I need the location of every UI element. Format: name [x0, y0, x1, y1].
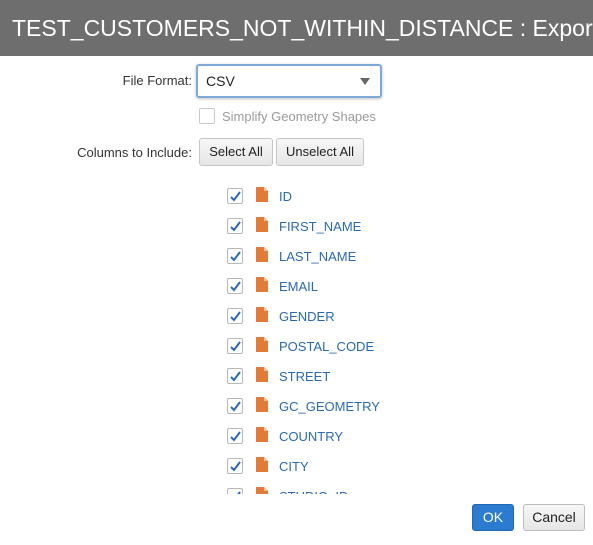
file-icon [256, 397, 268, 417]
checkmark-icon [230, 251, 241, 262]
column-row: EMAIL [0, 270, 593, 300]
ok-button[interactable]: OK [472, 504, 514, 531]
checkmark-icon [230, 281, 241, 292]
column-checkbox[interactable] [227, 458, 243, 474]
columns-label: Columns to Include: [77, 145, 192, 160]
checkmark-icon [230, 191, 241, 202]
column-row: STREET [0, 360, 593, 390]
column-checkbox[interactable] [227, 188, 243, 204]
cancel-button[interactable]: Cancel [523, 504, 585, 531]
column-name: CITY [279, 459, 309, 474]
column-checkbox[interactable] [227, 308, 243, 324]
column-name: STUDIO_ID [279, 489, 348, 494]
unselect-all-button[interactable]: Unselect All [276, 138, 364, 166]
column-name: GC_GEOMETRY [279, 399, 380, 414]
column-name: COUNTRY [279, 429, 344, 444]
file-icon [256, 277, 268, 297]
column-name: POSTAL_CODE [279, 339, 375, 354]
column-name: ID [279, 189, 292, 204]
column-name: LAST_NAME [279, 249, 357, 264]
checkmark-icon [230, 461, 241, 472]
file-icon [256, 337, 268, 357]
column-row: ID [0, 180, 593, 210]
file-icon [256, 187, 268, 207]
column-row: CITY [0, 450, 593, 480]
checkmark-icon [230, 431, 241, 442]
dialog-title: TEST_CUSTOMERS_NOT_WITHIN_DISTANCE : Exp… [0, 0, 593, 56]
column-checkbox[interactable] [227, 338, 243, 354]
column-checkbox[interactable] [227, 428, 243, 444]
file-format-select[interactable]: CSV [196, 64, 382, 98]
file-icon [256, 367, 268, 387]
checkmark-icon [230, 221, 241, 232]
column-name: FIRST_NAME [279, 219, 362, 234]
column-name: GENDER [279, 309, 335, 324]
checkmark-icon [230, 341, 241, 352]
checkmark-icon [230, 401, 241, 412]
simplify-geometry-checkbox[interactable] [199, 108, 215, 124]
checkmark-icon [230, 371, 241, 382]
column-row: GENDER [0, 300, 593, 330]
file-icon [256, 457, 268, 477]
file-format-label: File Format: [122, 73, 192, 88]
column-checkbox[interactable] [227, 218, 243, 234]
column-row: GC_GEOMETRY [0, 390, 593, 420]
column-row: POSTAL_CODE [0, 330, 593, 360]
file-icon [256, 307, 268, 327]
column-row: FIRST_NAME [0, 210, 593, 240]
column-checkbox[interactable] [227, 368, 243, 384]
checkmark-icon [230, 311, 241, 322]
column-checkbox[interactable] [227, 278, 243, 294]
simplify-geometry-label: Simplify Geometry Shapes [222, 109, 376, 124]
checkmark-icon [237, 491, 241, 494]
column-row: STUDIO_ID [0, 480, 593, 494]
column-name: STREET [279, 369, 331, 384]
column-list: ID FIRST_NAME LAST_NAME EMAIL GENDER POSTAL_C… [0, 178, 593, 494]
file-icon [256, 247, 268, 267]
column-row: COUNTRY [0, 420, 593, 450]
file-icon [256, 427, 268, 447]
file-icon [256, 217, 268, 237]
select-all-button[interactable]: Select All [199, 138, 273, 166]
chevron-down-icon [360, 78, 370, 85]
column-checkbox[interactable] [227, 488, 243, 494]
column-checkbox[interactable] [227, 398, 243, 414]
column-row: LAST_NAME [0, 240, 593, 270]
column-name: EMAIL [279, 279, 319, 294]
file-icon [256, 487, 268, 494]
column-checkbox[interactable] [227, 248, 243, 264]
file-format-value: CSV [206, 73, 235, 89]
